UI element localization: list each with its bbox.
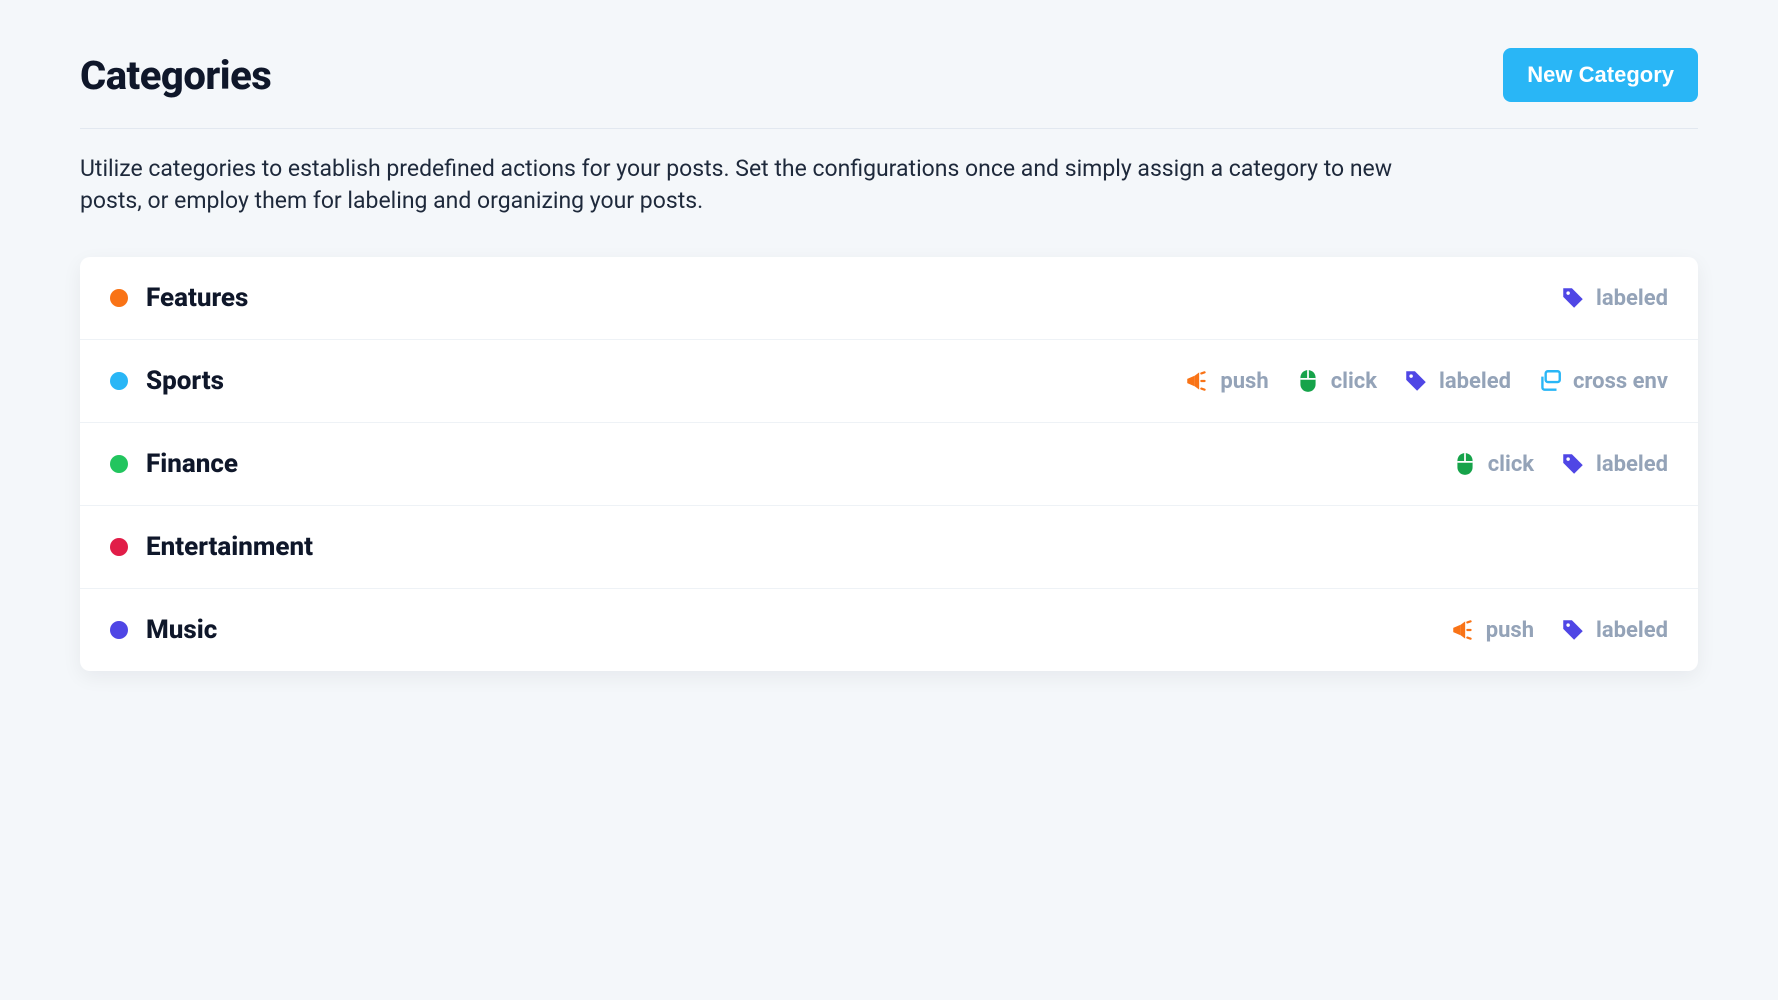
tag-label: push [1220, 369, 1268, 394]
categories-page: Categories New Category Utilize categori… [0, 0, 1778, 719]
tag-cross: cross env [1537, 368, 1668, 394]
bullhorn-icon [1184, 368, 1210, 394]
layers-icon [1537, 368, 1563, 394]
tag-labeled: labeled [1560, 617, 1668, 643]
category-name: Entertainment [146, 532, 313, 562]
category-row-left: Features [110, 283, 248, 313]
tag-label: labeled [1439, 369, 1511, 394]
category-name: Features [146, 283, 248, 313]
tag-labeled: labeled [1560, 451, 1668, 477]
category-name: Music [146, 615, 217, 645]
page-header: Categories New Category [80, 48, 1698, 129]
category-tags: labeled [1560, 285, 1668, 311]
tag-label: push [1486, 618, 1534, 643]
tag-icon [1560, 285, 1586, 311]
category-color-dot [110, 538, 128, 556]
page-title: Categories [80, 52, 271, 99]
category-tags: click labeled [1452, 451, 1668, 477]
new-category-button[interactable]: New Category [1503, 48, 1698, 102]
tag-labeled: labeled [1560, 285, 1668, 311]
category-row-left: Sports [110, 366, 224, 396]
tag-push: push [1450, 617, 1534, 643]
category-name: Finance [146, 449, 238, 479]
tag-icon [1560, 451, 1586, 477]
tag-icon [1560, 617, 1586, 643]
tag-label: labeled [1596, 452, 1668, 477]
category-row-left: Entertainment [110, 532, 313, 562]
tag-icon [1403, 368, 1429, 394]
tag-push: push [1184, 368, 1268, 394]
category-row-left: Finance [110, 449, 238, 479]
category-color-dot [110, 455, 128, 473]
tag-click: click [1452, 451, 1534, 477]
page-description: Utilize categories to establish predefin… [80, 153, 1400, 217]
tag-label: click [1488, 452, 1534, 477]
category-color-dot [110, 289, 128, 307]
category-row[interactable]: Sports push click labeled cross env [80, 340, 1698, 423]
category-name: Sports [146, 366, 224, 396]
tag-label: click [1331, 369, 1377, 394]
category-color-dot [110, 372, 128, 390]
category-tags: push labeled [1450, 617, 1668, 643]
mouse-icon [1452, 451, 1478, 477]
category-row-left: Music [110, 615, 217, 645]
category-row[interactable]: Features labeled [80, 257, 1698, 340]
tag-label: labeled [1596, 286, 1668, 311]
category-row[interactable]: Music push labeled [80, 589, 1698, 671]
category-tags: push click labeled cross env [1184, 368, 1668, 394]
tag-label: labeled [1596, 618, 1668, 643]
bullhorn-icon [1450, 617, 1476, 643]
tag-labeled: labeled [1403, 368, 1511, 394]
category-row[interactable]: Entertainment [80, 506, 1698, 589]
category-color-dot [110, 621, 128, 639]
category-row[interactable]: Finance click labeled [80, 423, 1698, 506]
tag-label: cross env [1573, 369, 1668, 394]
tag-click: click [1295, 368, 1377, 394]
category-list: Features labeled Sports push click labeled cro… [80, 257, 1698, 671]
mouse-icon [1295, 368, 1321, 394]
